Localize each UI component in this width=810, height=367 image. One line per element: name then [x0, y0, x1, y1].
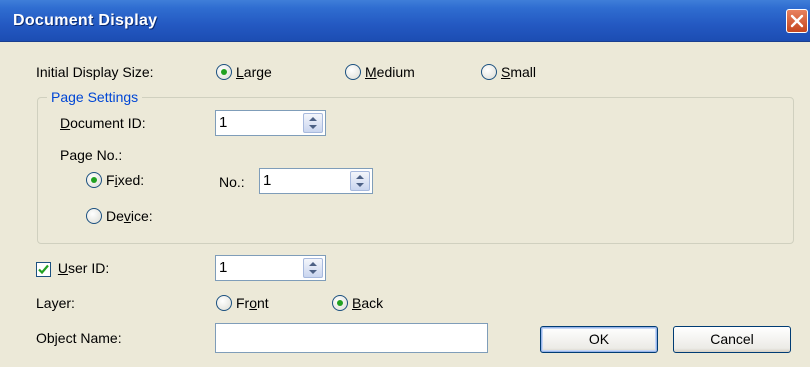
page-no-value: 1 — [263, 172, 272, 189]
radio-back[interactable]: Back — [332, 294, 383, 312]
radio-small[interactable]: Small — [481, 63, 536, 81]
title-bar[interactable]: Document Display — [0, 0, 810, 42]
radio-small-indicator — [481, 64, 497, 80]
radio-front-indicator — [216, 295, 232, 311]
page-no-label: Page No.: — [60, 147, 123, 163]
radio-medium[interactable]: Medium — [345, 63, 415, 81]
radio-fixed-indicator — [86, 172, 102, 188]
user-id-value: 1 — [219, 259, 228, 276]
page-settings-label: Page Settings — [47, 88, 143, 106]
page-no-spinner[interactable]: 1 — [259, 168, 373, 194]
close-icon — [790, 14, 804, 28]
object-name-label: Object Name: — [36, 330, 122, 346]
user-id-checkbox[interactable]: User ID: — [36, 259, 109, 277]
radio-device[interactable]: Device: — [86, 207, 153, 225]
radio-back-indicator — [332, 295, 348, 311]
radio-fixed[interactable]: Fixed: — [86, 171, 144, 189]
radio-large[interactable]: Large — [216, 63, 272, 81]
spin-arrows-icon — [309, 117, 317, 129]
close-button[interactable] — [786, 9, 808, 33]
user-id-spinner[interactable]: 1 — [215, 255, 326, 281]
user-id-spin-buttons[interactable] — [303, 258, 323, 278]
object-name-input[interactable] — [215, 323, 488, 353]
dialog-title: Document Display — [13, 12, 158, 29]
user-id-checkbox-box — [36, 261, 51, 277]
no-label: No.: — [219, 174, 245, 190]
document-id-spin-buttons[interactable] — [303, 113, 323, 133]
spin-arrows-icon — [309, 262, 317, 274]
page-no-spin-buttons[interactable] — [350, 171, 370, 191]
radio-medium-indicator — [345, 64, 361, 80]
spin-arrows-icon — [356, 175, 364, 187]
layer-label: Layer: — [36, 295, 75, 311]
ok-button[interactable]: OK — [540, 326, 658, 353]
radio-front[interactable]: Front — [216, 294, 269, 312]
document-id-label: Document ID: — [60, 115, 146, 131]
document-id-spinner[interactable]: 1 — [215, 110, 326, 136]
document-display-dialog: Document Display Initial Display Size: L… — [0, 0, 810, 367]
initial-display-size-label: Initial Display Size: — [36, 64, 154, 80]
radio-large-indicator — [216, 64, 232, 80]
cancel-button[interactable]: Cancel — [673, 326, 791, 353]
document-id-value: 1 — [219, 114, 228, 131]
checkmark-icon — [38, 264, 49, 274]
radio-device-indicator — [86, 208, 102, 224]
